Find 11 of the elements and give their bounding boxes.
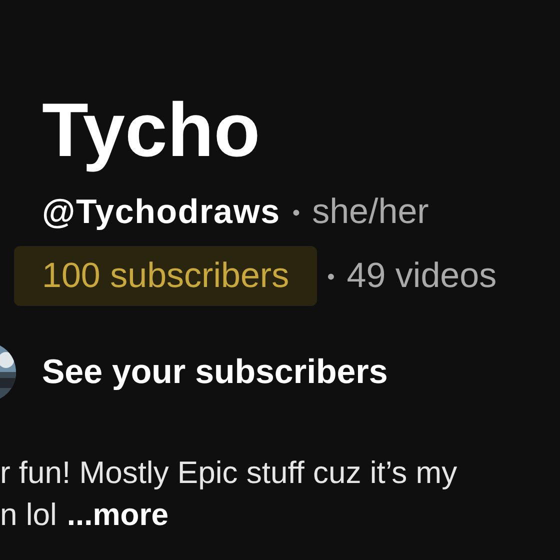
meta-text: she/her <box>312 190 429 233</box>
channel-name: Tycho <box>41 87 262 175</box>
subscriber-count: 100 subscribers <box>14 246 318 306</box>
see-subscribers-link[interactable]: See your subscribers <box>42 346 388 398</box>
channel-handle: @Tychodraws <box>42 192 280 232</box>
separator-dot: • <box>292 198 300 226</box>
description-text: n lol <box>0 496 57 534</box>
description-text: r fun! Mostly Epic stuff cuz it’s my <box>0 454 458 492</box>
more-link[interactable]: ...more <box>66 494 169 536</box>
meta-text: 49 videos <box>346 254 497 297</box>
separator-dot: • <box>327 262 335 290</box>
